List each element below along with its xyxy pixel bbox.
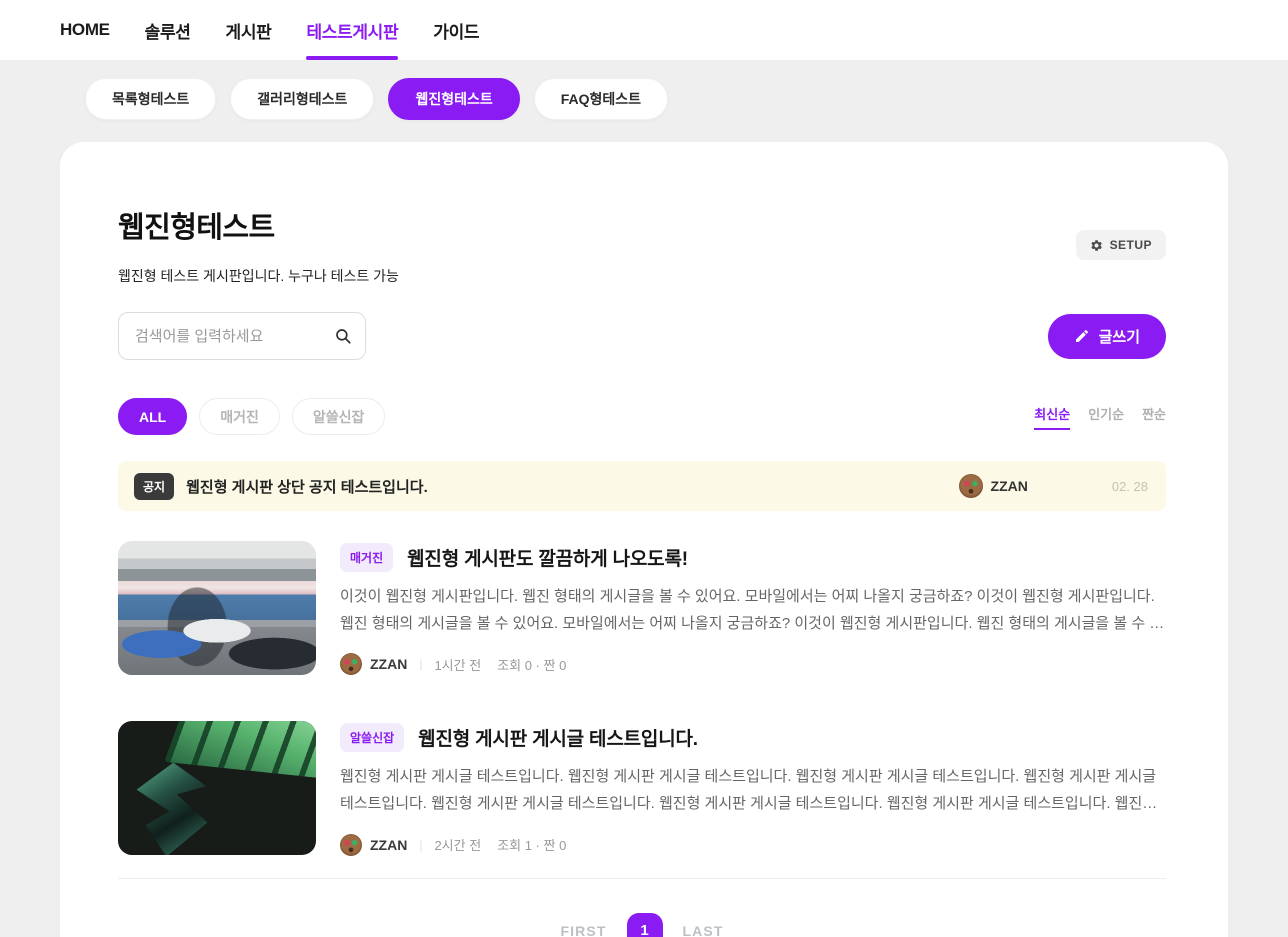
- filter-misc[interactable]: 알쓸신잡: [291, 398, 386, 435]
- board-header: 웹진형테스트 웹진형 테스트 게시판입니다. 누구나 테스트 가능 SETUP: [118, 204, 1166, 286]
- pagination-last[interactable]: LAST: [683, 923, 724, 937]
- sort-options: 최신순 인기순 짠순: [1034, 404, 1166, 430]
- post-thumbnail-racetrack[interactable]: [118, 541, 316, 675]
- avatar: [340, 653, 362, 676]
- top-navigation: HOME 솔루션 게시판 테스트게시판 가이드: [0, 0, 1288, 60]
- gear-icon: [1090, 239, 1103, 252]
- setup-button[interactable]: SETUP: [1075, 230, 1166, 260]
- nav-item-guide[interactable]: 가이드: [433, 0, 479, 60]
- notice-badge: 공지: [134, 472, 175, 500]
- notice-title: 웹진형 게시판 상단 공지 테스트입니다.: [186, 478, 428, 496]
- search-row: 글쓰기: [118, 312, 1166, 360]
- board-card: 웹진형테스트 웹진형 테스트 게시판입니다. 누구나 테스트 가능 SETUP …: [60, 142, 1228, 937]
- nav-item-test-board[interactable]: 테스트게시판: [306, 0, 399, 60]
- post-content: 알쓸신잡 웹진형 게시판 게시글 테스트입니다. 웹진형 게시판 게시글 테스트…: [340, 721, 1166, 856]
- post-time: 2시간 전: [434, 838, 482, 854]
- notice-row[interactable]: 공지 웹진형 게시판 상단 공지 테스트입니다. ZZAN 02. 28: [118, 461, 1166, 511]
- pagination: FIRST 1 LAST: [118, 912, 1166, 937]
- post-meta: ZZAN | 1시간 전 조회 0 · 짠 0: [340, 653, 1166, 676]
- pagination-page-1[interactable]: 1: [626, 912, 663, 937]
- meta-divider: |: [419, 657, 423, 672]
- post-category-badge: 매거진: [340, 543, 394, 572]
- sort-zzan[interactable]: 짠순: [1142, 404, 1166, 430]
- nav-item-board[interactable]: 게시판: [226, 0, 272, 60]
- meta-divider: |: [419, 837, 423, 852]
- post-thumbnail-3d-logo[interactable]: [118, 721, 316, 856]
- post-meta: ZZAN | 2시간 전 조회 1 · 짠 0: [340, 833, 1166, 856]
- setup-button-label: SETUP: [1109, 238, 1152, 252]
- sort-latest[interactable]: 최신순: [1034, 404, 1071, 430]
- nav-item-home[interactable]: HOME: [60, 0, 110, 60]
- filter-all[interactable]: ALL: [118, 398, 188, 435]
- pencil-icon: [1074, 328, 1090, 344]
- avatar: [340, 833, 362, 856]
- avatar: [958, 474, 983, 498]
- nav-item-solution[interactable]: 솔루션: [145, 0, 191, 60]
- write-post-label: 글쓰기: [1098, 328, 1140, 346]
- post-title-row: 매거진 웹진형 게시판도 깔끔하게 나오도록!: [340, 543, 1166, 572]
- page-title: 웹진형테스트: [118, 212, 275, 244]
- post-item[interactable]: 매거진 웹진형 게시판도 깔끔하게 나오도록! 이것이 웹진형 게시판입니다. …: [118, 541, 1166, 676]
- post-category-badge: 알쓸신잡: [340, 723, 405, 753]
- notice-date: 02. 28: [1111, 478, 1148, 494]
- post-excerpt: 이것이 웹진형 게시판입니다. 웹진 형태의 게시글을 볼 수 있어요. 모바일…: [340, 588, 1164, 632]
- post-title[interactable]: 웹진형 게시판 게시글 테스트입니다.: [418, 724, 698, 751]
- filter-row: ALL 매거진 알쓸신잡 최신순 인기순 짠순: [118, 398, 1166, 435]
- post-content: 매거진 웹진형 게시판도 깔끔하게 나오도록! 이것이 웹진형 게시판입니다. …: [340, 541, 1166, 676]
- write-post-button[interactable]: 글쓰기: [1047, 313, 1166, 359]
- post-stats: 조회 0 · 짠 0: [497, 657, 567, 673]
- post-title[interactable]: 웹진형 게시판도 깔끔하게 나오도록!: [407, 544, 688, 571]
- tab-faq-test[interactable]: FAQ형테스트: [533, 78, 669, 120]
- tab-webzine-test[interactable]: 웹진형테스트: [388, 78, 520, 120]
- sort-popular[interactable]: 인기순: [1088, 404, 1124, 430]
- tab-gallery-test[interactable]: 갤러리형테스트: [230, 78, 375, 120]
- post-stats: 조회 1 · 짠 0: [497, 838, 567, 854]
- search-box: [118, 312, 366, 360]
- post-author-name: ZZAN: [370, 656, 408, 673]
- tab-list-test[interactable]: 목록형테스트: [85, 78, 217, 120]
- post-excerpt: 웹진형 게시판 게시글 테스트입니다. 웹진형 게시판 게시글 테스트입니다. …: [340, 768, 1157, 813]
- search-icon[interactable]: [334, 327, 352, 345]
- pagination-first[interactable]: FIRST: [560, 923, 606, 937]
- filter-magazine[interactable]: 매거진: [199, 398, 280, 435]
- thumbnail-art-green-text: [164, 721, 316, 779]
- thumbnail-art-bolt: [128, 758, 218, 855]
- post-time: 1시간 전: [434, 657, 482, 673]
- board-description: 웹진형 테스트 게시판입니다. 누구나 테스트 가능: [118, 268, 399, 284]
- list-bottom-divider: [118, 877, 1166, 879]
- notice-author-name: ZZAN: [990, 478, 1028, 494]
- search-input[interactable]: [135, 327, 334, 345]
- board-header-text: 웹진형테스트 웹진형 테스트 게시판입니다. 누구나 테스트 가능: [118, 204, 399, 286]
- post-title-row: 알쓸신잡 웹진형 게시판 게시글 테스트입니다.: [340, 723, 1166, 753]
- category-filters: ALL 매거진 알쓸신잡: [118, 398, 386, 435]
- board-tabs: 목록형테스트 갤러리형테스트 웹진형테스트 FAQ형테스트: [85, 78, 1288, 120]
- post-item[interactable]: 알쓸신잡 웹진형 게시판 게시글 테스트입니다. 웹진형 게시판 게시글 테스트…: [118, 721, 1166, 856]
- post-author-name: ZZAN: [370, 836, 408, 853]
- notice-author: ZZAN: [958, 474, 1028, 498]
